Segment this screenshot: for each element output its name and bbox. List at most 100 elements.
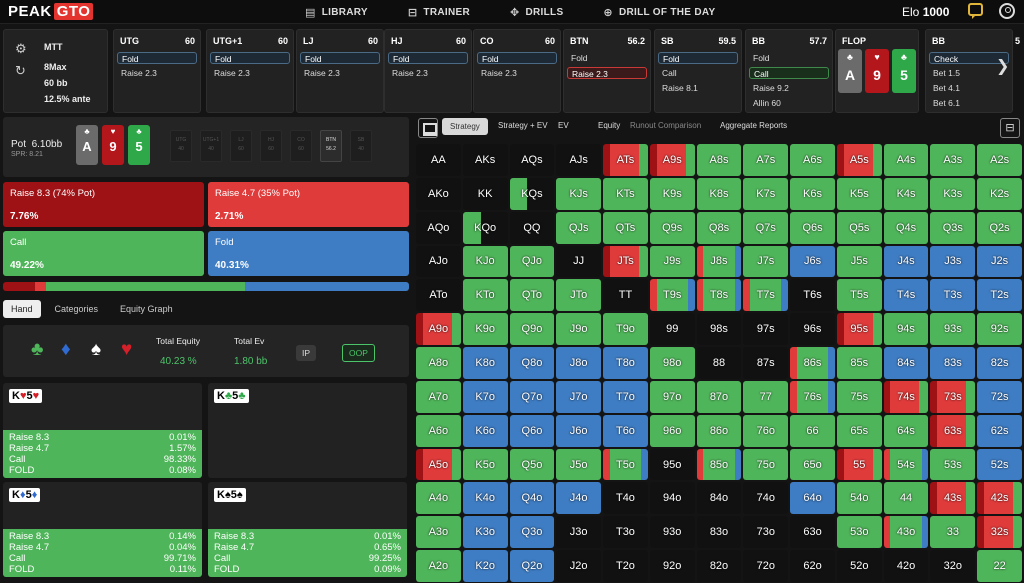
- range-cell[interactable]: J3s: [930, 245, 976, 278]
- range-cell[interactable]: 63o: [790, 516, 835, 549]
- range-cell[interactable]: JTs: [603, 245, 648, 278]
- range-cell[interactable]: J2s: [977, 245, 1022, 278]
- seat-action[interactable]: Raise 2.3: [300, 67, 380, 79]
- range-cell[interactable]: K7s: [743, 177, 789, 210]
- range-cell[interactable]: 86s: [790, 347, 835, 379]
- seat-action[interactable]: Allin 60: [749, 97, 829, 109]
- range-cell[interactable]: A9o: [416, 313, 461, 346]
- refresh-icon[interactable]: ↻: [15, 63, 26, 79]
- range-cell[interactable]: 65o: [790, 448, 835, 481]
- range-cell[interactable]: 99: [649, 313, 695, 346]
- range-cell[interactable]: T7o: [603, 380, 648, 413]
- gear-icon[interactable]: ⚙: [15, 41, 27, 57]
- range-cell[interactable]: K6s: [790, 177, 835, 210]
- seat-action[interactable]: Raise 2.3: [567, 67, 647, 79]
- range-cell[interactable]: J2o: [556, 550, 602, 582]
- range-cell[interactable]: 96o: [649, 414, 695, 447]
- seat-action[interactable]: Raise 2.3: [117, 67, 197, 79]
- range-cell[interactable]: AJo: [416, 245, 461, 278]
- flop-card[interactable]: FLOP ♣ A ♥ 9 ♣ 5: [835, 29, 919, 113]
- strategy-tab[interactable]: Strategy + EV: [498, 121, 548, 130]
- mini-seat[interactable]: LJ 60: [230, 130, 252, 162]
- range-cell[interactable]: Q6o: [509, 414, 555, 447]
- range-cell[interactable]: 44: [883, 482, 929, 515]
- range-cell[interactable]: AQs: [509, 144, 555, 176]
- range-cell[interactable]: Q3s: [930, 211, 976, 244]
- range-cell[interactable]: 54s: [883, 448, 929, 481]
- range-cell[interactable]: Q9o: [509, 313, 555, 346]
- nav-drill-of-the-day[interactable]: ⊕ DRILL OF THE DAY: [603, 6, 715, 19]
- seat-action[interactable]: Fold: [300, 52, 380, 64]
- seat-action[interactable]: Fold: [210, 52, 290, 64]
- range-cell[interactable]: 76o: [743, 414, 789, 447]
- combo-card[interactable]: K♥5♥ Raise 8.3 0.01% Raise 4.7 1.57% Call 98.3…: [3, 383, 202, 478]
- range-cell[interactable]: Q6s: [790, 211, 835, 244]
- tab-categories[interactable]: Categories: [47, 300, 107, 318]
- range-cell[interactable]: 63s: [930, 414, 976, 447]
- seat-sb[interactable]: SB 59.5 Fold Call Raise 8.1: [654, 29, 742, 113]
- seat-action[interactable]: Raise 2.3: [388, 67, 468, 79]
- range-cell[interactable]: KJs: [556, 177, 602, 210]
- range-cell[interactable]: 96s: [790, 313, 835, 346]
- strategy-tab[interactable]: Equity: [598, 121, 620, 130]
- range-cell[interactable]: K7o: [462, 380, 508, 413]
- range-cell[interactable]: 74s: [883, 380, 929, 413]
- range-cell[interactable]: J3o: [556, 516, 602, 549]
- range-cell[interactable]: T9o: [603, 313, 648, 346]
- range-cell[interactable]: K4o: [462, 482, 508, 515]
- range-cell[interactable]: AJs: [556, 144, 602, 176]
- seat-hj[interactable]: HJ 60 Fold Raise 2.3: [384, 29, 472, 113]
- range-cell[interactable]: 92o: [649, 550, 695, 582]
- range-cell[interactable]: 94o: [649, 482, 695, 515]
- seat-action[interactable]: Raise 9.2: [749, 82, 829, 94]
- suit-filter-icon[interactable]: ♦: [61, 339, 71, 361]
- mini-seat[interactable]: CO 60: [290, 130, 312, 162]
- nav-library[interactable]: ▤ LIBRARY: [305, 6, 368, 19]
- range-cell[interactable]: J6s: [790, 245, 835, 278]
- chat-icon[interactable]: [968, 3, 983, 19]
- seat-utg-plus-1[interactable]: UTG+1 60 Fold Raise 2.3: [206, 29, 294, 113]
- mini-seat[interactable]: BTN 56.2: [320, 130, 342, 162]
- range-cell[interactable]: 98o: [649, 347, 695, 379]
- range-cell[interactable]: A4s: [883, 144, 929, 176]
- tab-hand[interactable]: Hand: [3, 300, 41, 318]
- range-cell[interactable]: 84o: [696, 482, 742, 515]
- range-cell[interactable]: 82o: [696, 550, 742, 582]
- range-cell[interactable]: 53o: [836, 516, 882, 549]
- range-cell[interactable]: 66: [790, 414, 835, 447]
- range-cell[interactable]: AKo: [416, 177, 461, 210]
- range-cell[interactable]: K5o: [462, 448, 508, 481]
- combo-card[interactable]: K♦5♦ Raise 8.3 0.14% Raise 4.7 0.04% Call 99.7…: [3, 482, 202, 577]
- range-cell[interactable]: JJ: [556, 245, 602, 278]
- range-cell[interactable]: A2s: [977, 144, 1022, 176]
- range-cell[interactable]: Q5s: [836, 211, 882, 244]
- range-cell[interactable]: 85o: [696, 448, 742, 481]
- range-cell[interactable]: K2s: [977, 177, 1022, 210]
- tab-equity-graph[interactable]: Equity Graph: [112, 300, 181, 318]
- seat-action[interactable]: Raise 2.3: [210, 67, 290, 79]
- range-cell[interactable]: 82s: [977, 347, 1022, 379]
- range-cell[interactable]: T2s: [977, 279, 1022, 312]
- strategy-tab[interactable]: Runout Comparison: [630, 121, 701, 130]
- seat-action[interactable]: Fold: [477, 52, 557, 64]
- range-cell[interactable]: K6o: [462, 414, 508, 447]
- mini-seat[interactable]: UTG 40: [170, 130, 192, 162]
- range-cell[interactable]: 75s: [836, 380, 882, 413]
- action-box-0[interactable]: Raise 8.3 (74% Pot) 7.76%: [3, 182, 204, 227]
- combo-card[interactable]: K♣5♣: [208, 383, 407, 478]
- range-cell[interactable]: Q5o: [509, 448, 555, 481]
- range-cell[interactable]: TT: [603, 279, 648, 312]
- range-cell[interactable]: 87o: [696, 380, 742, 413]
- range-cell[interactable]: ATs: [603, 144, 648, 176]
- range-cell[interactable]: 85s: [836, 347, 882, 379]
- range-cell[interactable]: 73o: [743, 516, 789, 549]
- range-cell[interactable]: QTs: [603, 211, 648, 244]
- range-cell[interactable]: J6o: [556, 414, 602, 447]
- range-cell[interactable]: Q2s: [977, 211, 1022, 244]
- range-cell[interactable]: KTs: [603, 177, 648, 210]
- range-cell[interactable]: 74o: [743, 482, 789, 515]
- range-cell[interactable]: T9s: [649, 279, 695, 312]
- range-cell[interactable]: T8s: [696, 279, 742, 312]
- range-cell[interactable]: T2o: [603, 550, 648, 582]
- range-cell[interactable]: 73s: [930, 380, 976, 413]
